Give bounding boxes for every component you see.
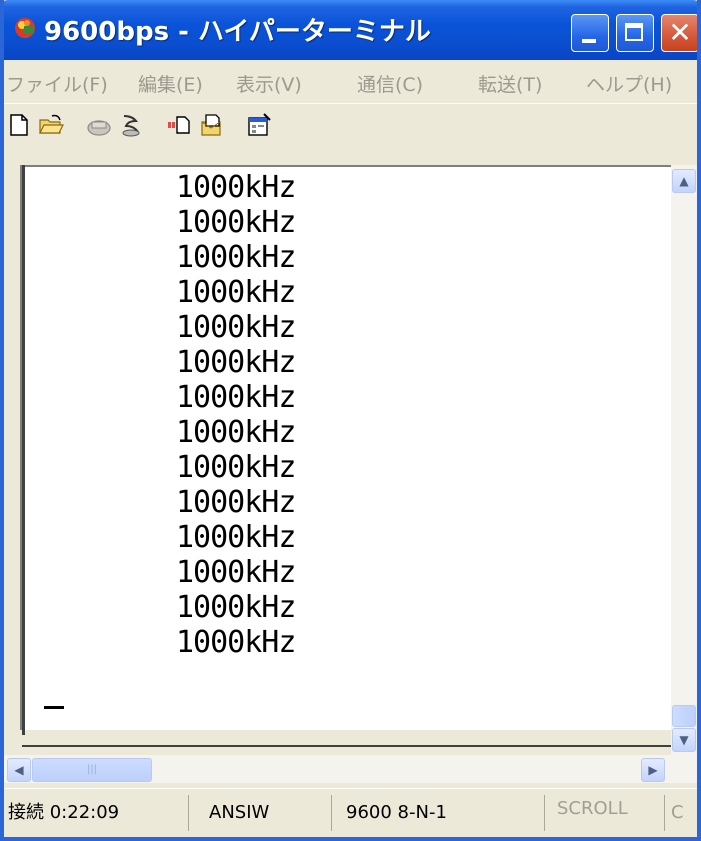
status-port-settings: 9600 8-N-1 (331, 795, 544, 831)
scroll-down-button[interactable]: ▼ (672, 728, 696, 752)
terminal-line: 1000kHz (176, 450, 296, 485)
vertical-scrollbar[interactable]: ▲ ▼ (671, 165, 697, 755)
status-bar: 接続 0:22:09 ANSIW 9600 8-N-1 SCROLL C (4, 788, 697, 837)
status-emulation: ANSIW (188, 795, 331, 831)
open-folder-icon[interactable] (38, 112, 64, 138)
terminal-line: 1000kHz (176, 170, 296, 205)
close-button[interactable]: ✕ (661, 14, 697, 52)
window-title: 9600bps - ハイパーターミナル (44, 17, 431, 47)
menu-file[interactable]: ファイル(F) (6, 70, 108, 97)
menu-bar: ファイル(F) 編集(E) 表示(V) 通信(C) 転送(T) ヘルプ(H) (4, 60, 697, 102)
disconnect-icon[interactable] (118, 112, 144, 138)
connect-phone-icon[interactable] (86, 112, 112, 138)
terminal-line: 1000kHz (176, 240, 296, 275)
terminal-line: 1000kHz (176, 380, 296, 415)
menu-help[interactable]: ヘルプ(H) (586, 70, 672, 97)
grip-icon: ||| (86, 764, 98, 775)
toolbar (4, 103, 697, 148)
status-connection: 接続 0:22:09 (8, 802, 120, 823)
terminal-area[interactable] (20, 165, 671, 730)
status-caps: C (664, 795, 697, 831)
menu-view[interactable]: 表示(V) (236, 70, 302, 97)
minimize-button[interactable] (571, 14, 609, 52)
vertical-scroll-thumb[interactable] (672, 705, 696, 727)
properties-icon[interactable] (246, 112, 272, 138)
terminal-line: 1000kHz (176, 275, 296, 310)
terminal-left-border (22, 165, 25, 735)
title-bar[interactable]: 9600bps - ハイパーターミナル ✕ (4, 0, 697, 60)
minimize-icon (582, 39, 596, 43)
app-window: 9600bps - ハイパーターミナル ✕ ファイル(F) 編集(E) 表示(V… (0, 0, 701, 841)
receive-icon[interactable] (198, 112, 224, 138)
send-icon[interactable] (166, 112, 192, 138)
terminal-bottom-border (22, 745, 671, 747)
new-document-icon[interactable] (6, 112, 32, 138)
scroll-left-button[interactable]: ◀ (7, 758, 31, 782)
terminal-line: 1000kHz (176, 520, 296, 555)
maximize-icon (625, 23, 643, 41)
menu-call[interactable]: 通信(C) (357, 70, 423, 97)
menu-transfer[interactable]: 転送(T) (478, 70, 542, 97)
terminal-line: 1000kHz (176, 485, 296, 520)
horizontal-scrollbar[interactable]: ◀ ||| ▶ (4, 755, 697, 783)
terminal-line: 1000kHz (176, 345, 296, 380)
status-scroll: SCROLL (544, 795, 664, 831)
maximize-button[interactable] (616, 14, 654, 52)
terminal-line: 1000kHz (176, 555, 296, 590)
chevron-up-icon: ▲ (679, 174, 689, 188)
terminal-line: 1000kHz (176, 205, 296, 240)
terminal-line: 1000kHz (176, 310, 296, 345)
menu-edit[interactable]: 編集(E) (138, 70, 203, 97)
text-cursor (44, 706, 64, 709)
chevron-right-icon: ▶ (648, 763, 658, 777)
chevron-down-icon: ▼ (679, 733, 689, 747)
scroll-up-button[interactable]: ▲ (672, 169, 696, 193)
hyperterminal-icon (15, 18, 35, 38)
horizontal-scroll-thumb[interactable]: ||| (32, 758, 152, 782)
close-icon: ✕ (668, 16, 692, 49)
scroll-right-button[interactable]: ▶ (641, 758, 665, 782)
terminal-line: 1000kHz (176, 590, 296, 625)
terminal-line: 1000kHz (176, 625, 296, 660)
chevron-left-icon: ◀ (14, 763, 24, 777)
terminal-line: 1000kHz (176, 415, 296, 450)
